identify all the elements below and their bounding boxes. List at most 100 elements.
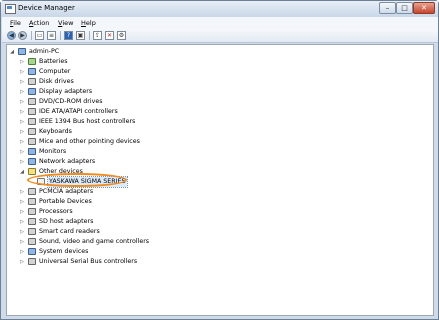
- monitor-icon: [28, 148, 36, 155]
- tree-item-label: Portable Devices: [39, 198, 92, 205]
- tree-item-processors[interactable]: ▷ Processors: [19, 207, 319, 217]
- tree-item-ide-ata-atapi-controllers[interactable]: ▷ IDE ATA/ATAPI controllers: [19, 107, 319, 117]
- tree-item-label: Processors: [39, 208, 73, 215]
- keyboard-icon: [28, 128, 36, 135]
- tree-item-portable-devices[interactable]: ▷ Portable Devices: [19, 197, 319, 207]
- tree-item-network-adapters[interactable]: ▷ Network adapters: [19, 157, 319, 167]
- maximize-button[interactable]: □: [396, 2, 413, 14]
- disk-drive-icon: [28, 78, 36, 85]
- toolbar-separator: [89, 31, 90, 40]
- properties-icon[interactable]: ≡: [47, 31, 56, 40]
- pcmcia-icon: [28, 188, 36, 195]
- mouse-icon: [28, 138, 36, 145]
- expand-icon[interactable]: ▷: [19, 207, 25, 217]
- computer-icon: [18, 48, 26, 55]
- tree-item-display-adapters[interactable]: ▷ Display adapters: [19, 87, 319, 97]
- close-button[interactable]: ✕: [413, 2, 435, 14]
- tree-item-sound-video-game[interactable]: ▷ Sound, video and game controllers: [19, 237, 319, 247]
- menu-view-label: iew: [62, 19, 74, 27]
- tree-item-label: Monitors: [39, 148, 67, 155]
- expand-icon[interactable]: ▷: [19, 57, 25, 67]
- expand-icon[interactable]: ▷: [19, 247, 25, 257]
- expand-icon[interactable]: ▷: [19, 237, 25, 247]
- sound-icon: [28, 238, 36, 245]
- tree-item-usb-controllers[interactable]: ▷ Universal Serial Bus controllers: [19, 257, 319, 267]
- tree-item-pcmcia-adapters[interactable]: ▷ PCMCIA adapters: [19, 187, 319, 197]
- update-driver-icon[interactable]: ⇪: [93, 31, 102, 40]
- dvd-drive-icon: [28, 98, 36, 105]
- expand-icon[interactable]: ▷: [19, 97, 25, 107]
- scan-hardware-icon[interactable]: ▣: [76, 31, 85, 40]
- tree-item-computer[interactable]: ▷ Computer: [19, 67, 319, 77]
- expand-icon[interactable]: ▷: [19, 227, 25, 237]
- tree-item-mice[interactable]: ▷ Mice and other pointing devices: [19, 137, 319, 147]
- smart-card-reader-icon: [28, 228, 36, 235]
- sd-host-icon: [28, 218, 36, 225]
- tree-item-sd-host-adapters[interactable]: ▷ SD host adapters: [19, 217, 319, 227]
- expand-icon[interactable]: ▷: [19, 217, 25, 227]
- tree-item-label: Mice and other pointing devices: [39, 138, 140, 145]
- title-bar[interactable]: Device Manager – □ ✕: [1, 1, 438, 17]
- help-icon[interactable]: ?: [64, 31, 73, 40]
- tree-item-label: Sound, video and game controllers: [39, 238, 150, 245]
- tree-item-label: PCMCIA adapters: [39, 188, 94, 195]
- back-icon[interactable]: ◀: [7, 31, 16, 40]
- expand-icon[interactable]: ▷: [19, 187, 25, 197]
- highlight-annotation-oval: [27, 173, 127, 187]
- expand-icon[interactable]: ▷: [19, 117, 25, 127]
- expand-icon[interactable]: ▷: [19, 127, 25, 137]
- expand-icon[interactable]: ▷: [19, 147, 25, 157]
- tree-item-label: Universal Serial Bus controllers: [39, 258, 138, 265]
- processor-icon: [28, 208, 36, 215]
- show-hide-tree-icon[interactable]: ▭: [35, 31, 44, 40]
- expand-icon[interactable]: ▷: [19, 157, 25, 167]
- minimize-button[interactable]: –: [379, 2, 396, 14]
- menu-action[interactable]: Action: [29, 19, 49, 27]
- ieee-1394-icon: [28, 118, 36, 125]
- disable-icon[interactable]: ⚙: [117, 31, 126, 40]
- menu-help-label: elp: [85, 19, 96, 27]
- tree-root-label: admin-PC: [29, 48, 60, 55]
- tree-item-batteries[interactable]: ▷ Batteries: [19, 57, 319, 67]
- tree-item-ieee-1394-bus-host-controllers[interactable]: ▷ IEEE 1394 Bus host controllers: [19, 117, 319, 127]
- tree-item-label: Batteries: [39, 58, 68, 65]
- menu-help[interactable]: Help: [81, 19, 96, 27]
- menu-file[interactable]: File: [10, 19, 21, 27]
- collapse-icon[interactable]: ◢: [9, 47, 15, 57]
- tree-item-smart-card-readers[interactable]: ▷ Smart card readers: [19, 227, 319, 237]
- menu-view[interactable]: View: [58, 19, 73, 27]
- tree-root[interactable]: ◢ admin-PC: [9, 47, 209, 57]
- tree-item-label: IDE ATA/ATAPI controllers: [39, 108, 118, 115]
- portable-device-icon: [28, 198, 36, 205]
- menu-action-label: ction: [33, 19, 50, 27]
- expand-icon[interactable]: ▷: [19, 67, 25, 77]
- uninstall-icon[interactable]: ✕: [105, 31, 114, 40]
- expand-icon[interactable]: ▷: [19, 77, 25, 87]
- tree-item-label: IEEE 1394 Bus host controllers: [39, 118, 136, 125]
- tree-item-label: Display adapters: [39, 88, 93, 95]
- tree-item-keyboards[interactable]: ▷ Keyboards: [19, 127, 319, 137]
- expand-icon[interactable]: ▷: [19, 197, 25, 207]
- collapse-icon[interactable]: ◢: [19, 167, 25, 177]
- expand-icon[interactable]: ▷: [19, 257, 25, 267]
- expand-icon[interactable]: ▷: [19, 87, 25, 97]
- toolbar: ◀ ▶ ▭ ≡ ? ▣ ⇪ ✕ ⚙: [2, 29, 438, 43]
- tree-item-monitors[interactable]: ▷ Monitors: [19, 147, 319, 157]
- display-adapter-icon: [28, 88, 36, 95]
- expand-icon[interactable]: ▷: [19, 107, 25, 117]
- system-devices-icon: [28, 248, 36, 255]
- tree-item-disk-drives[interactable]: ▷ Disk drives: [19, 77, 319, 87]
- other-devices-icon: [28, 168, 36, 175]
- window-title: Device Manager: [18, 4, 75, 12]
- forward-icon[interactable]: ▶: [18, 31, 27, 40]
- network-adapter-icon: [28, 158, 36, 165]
- device-manager-window: Device Manager – □ ✕ File Action View He…: [0, 0, 439, 320]
- menu-file-label: ile: [13, 19, 21, 27]
- tree-item-dvd-cd-rom-drives[interactable]: ▷ DVD/CD-ROM drives: [19, 97, 319, 107]
- toolbar-separator: [31, 31, 32, 40]
- expand-icon[interactable]: ▷: [19, 137, 25, 147]
- tree-item-system-devices[interactable]: ▷ System devices: [19, 247, 319, 257]
- tree-item-label: Keyboards: [39, 128, 72, 135]
- usb-icon: [28, 258, 36, 265]
- tree-item-label: Network adapters: [39, 158, 96, 165]
